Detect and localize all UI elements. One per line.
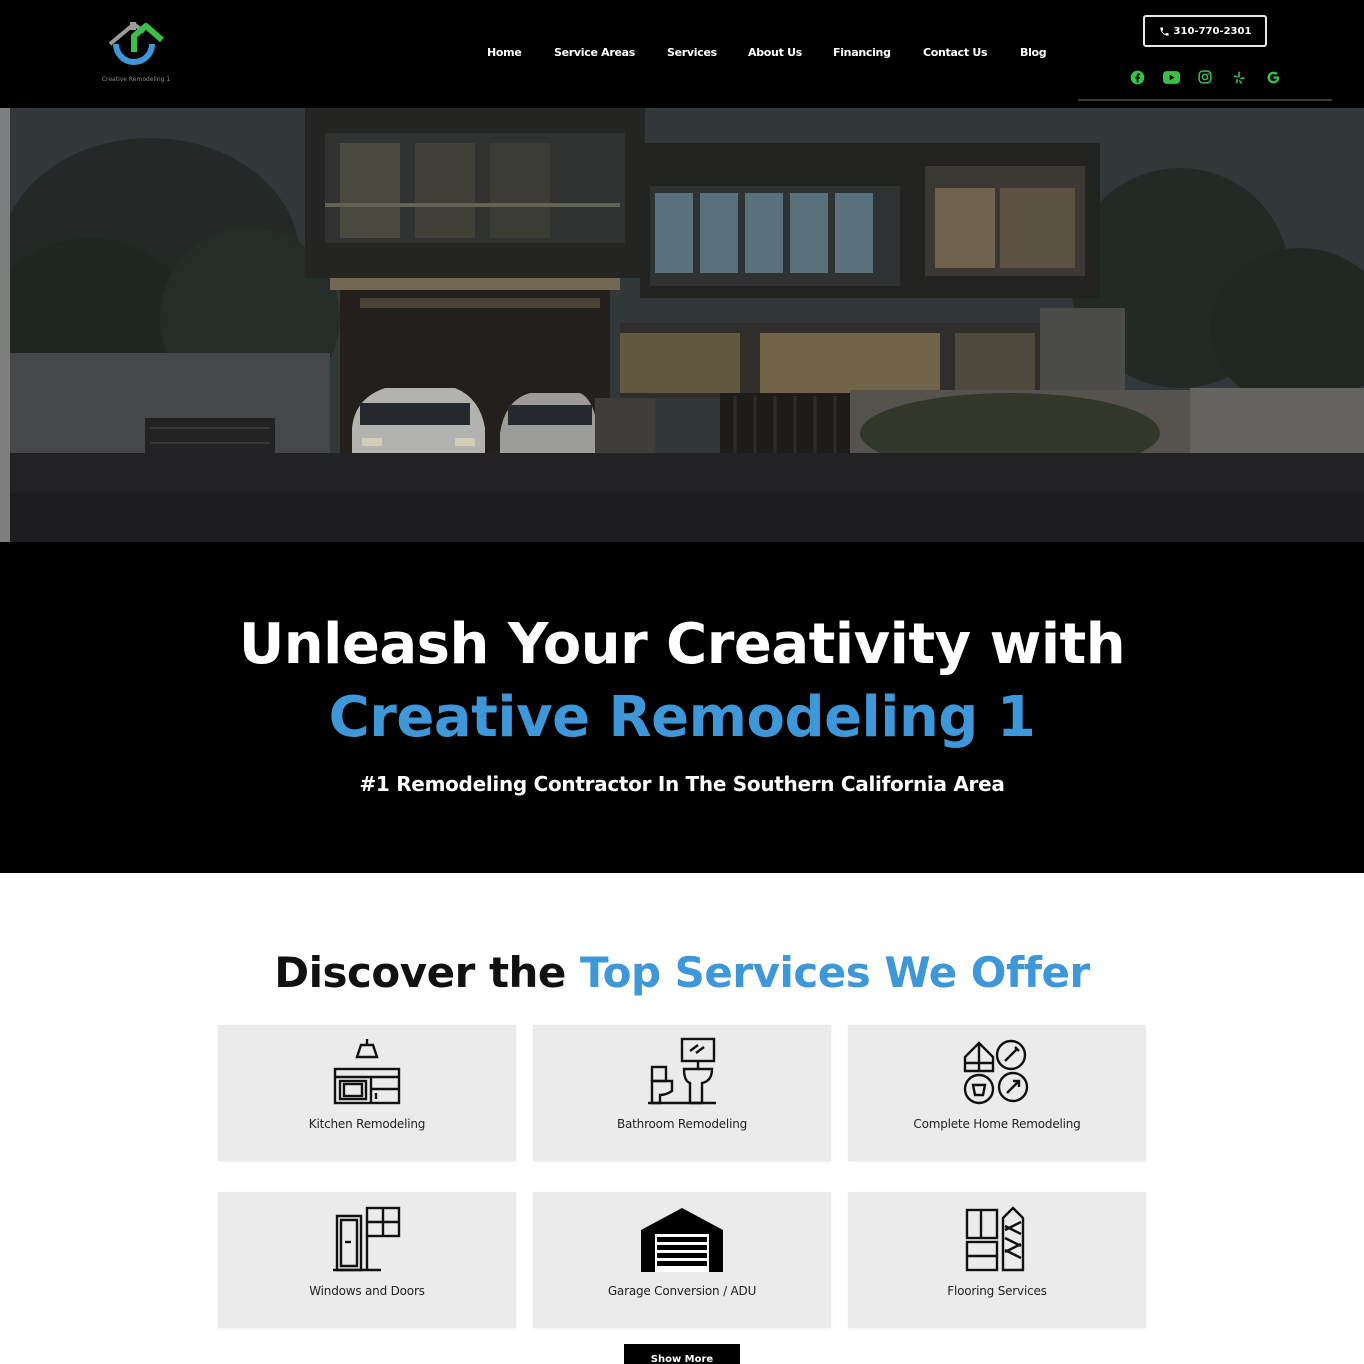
facebook-icon[interactable]: [1128, 68, 1146, 86]
site-header: Creative Remodeling 1 Home Service Areas…: [0, 0, 1364, 108]
phone-number: 310-770-2301: [1173, 25, 1252, 37]
services-title-accent: Top Services We Offer: [580, 948, 1090, 997]
google-icon[interactable]: [1264, 68, 1282, 86]
nav-blog[interactable]: Blog: [1020, 46, 1047, 59]
nav-contact-us[interactable]: Contact Us: [923, 46, 988, 59]
service-label-complete-home: Complete Home Remodeling: [913, 1117, 1081, 1131]
garage-icon: [641, 1208, 723, 1272]
header-divider: [1078, 99, 1332, 101]
hero-subheadline: #1 Remodeling Contractor In The Southern…: [359, 772, 1005, 796]
home-remodel-icon: [963, 1039, 1029, 1105]
service-card-bathroom[interactable]: Bathroom Remodeling: [533, 1025, 831, 1161]
service-card-garage[interactable]: Garage Conversion / ADU: [533, 1192, 831, 1328]
yelp-icon[interactable]: [1230, 68, 1248, 86]
nav-home[interactable]: Home: [487, 46, 522, 59]
services-title: Discover the Top Services We Offer: [0, 948, 1364, 997]
service-label-windows-doors: Windows and Doors: [309, 1284, 425, 1298]
flooring-icon: [965, 1206, 1025, 1272]
brand-logo[interactable]: Creative Remodeling 1: [88, 18, 184, 88]
modern-house-illustration: [0, 108, 1364, 542]
service-label-flooring: Flooring Services: [947, 1284, 1047, 1298]
youtube-icon[interactable]: [1162, 68, 1180, 86]
service-card-windows-doors[interactable]: Windows and Doors: [218, 1192, 516, 1328]
logo-mark-icon: [108, 22, 164, 65]
phone-button[interactable]: 310-770-2301: [1143, 15, 1267, 47]
services-title-prefix: Discover the: [274, 948, 581, 997]
hero-headline-band: Unleash Your Creativity with Creative Re…: [0, 542, 1364, 873]
hero-headline-line1: Unleash Your Creativity with: [238, 612, 1126, 677]
kitchen-icon: [333, 1039, 401, 1105]
nav-services[interactable]: Services: [667, 46, 717, 59]
logo-text: Creative Remodeling 1: [101, 76, 171, 83]
hero-image: [0, 108, 1364, 542]
service-card-flooring[interactable]: Flooring Services: [848, 1192, 1146, 1328]
service-card-complete-home[interactable]: Complete Home Remodeling: [848, 1025, 1146, 1161]
phone-icon: [1159, 26, 1169, 36]
hero-headline-line2: Creative Remodeling 1: [328, 685, 1036, 750]
nav-financing[interactable]: Financing: [833, 46, 891, 59]
social-links: [1126, 68, 1286, 88]
nav-about-us[interactable]: About Us: [748, 46, 802, 59]
service-label-garage: Garage Conversion / ADU: [607, 1284, 757, 1298]
window-door-icon: [333, 1206, 401, 1272]
nav-service-areas[interactable]: Service Areas: [554, 46, 635, 59]
show-more-button[interactable]: Show More: [624, 1344, 740, 1364]
service-label-kitchen: Kitchen Remodeling: [308, 1117, 426, 1131]
bathroom-icon: [648, 1037, 716, 1105]
service-label-bathroom: Bathroom Remodeling: [616, 1117, 748, 1131]
service-card-kitchen[interactable]: Kitchen Remodeling: [218, 1025, 516, 1161]
instagram-icon[interactable]: [1196, 68, 1214, 86]
